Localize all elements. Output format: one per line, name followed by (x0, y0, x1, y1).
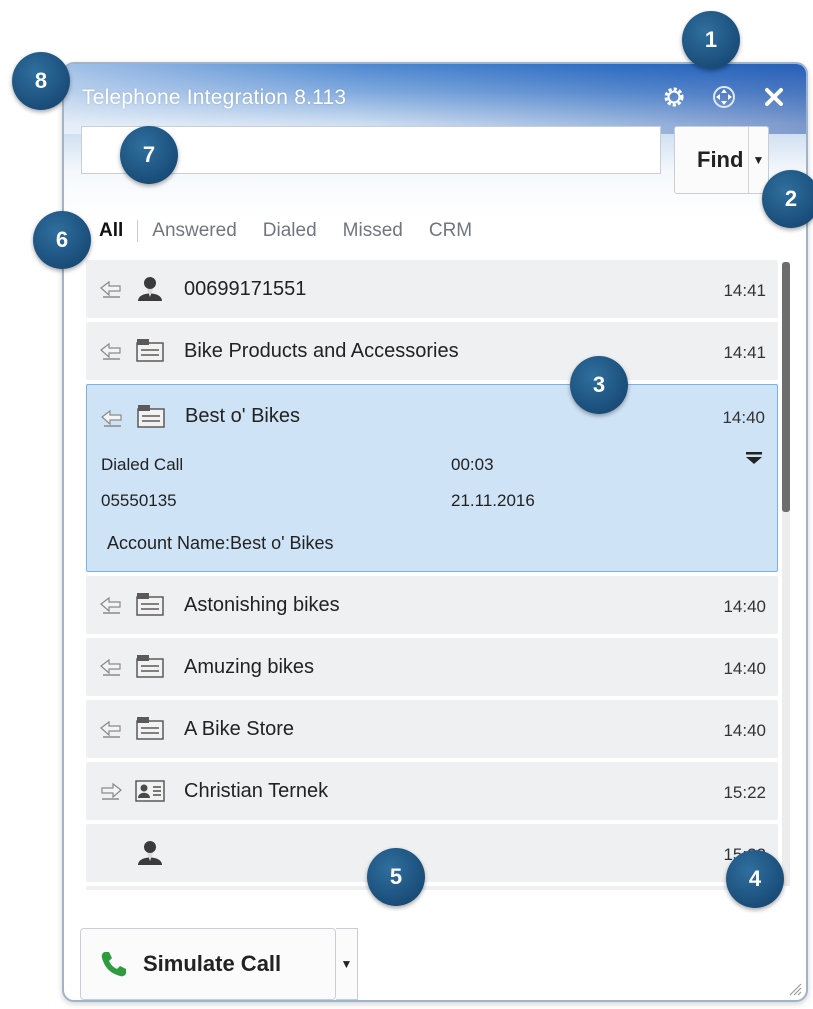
collapse-icon[interactable] (745, 451, 763, 468)
call-row[interactable]: Astonishing bikes 14:40 (86, 576, 778, 634)
account-icon (136, 655, 164, 678)
scrollbar-thumb[interactable] (782, 262, 790, 512)
callout-badge: 6 (33, 211, 91, 269)
simulate-call-button[interactable]: Simulate Call (80, 928, 336, 1000)
tab-missed[interactable]: Missed (343, 220, 403, 242)
caret-down-icon[interactable]: ▼ (748, 127, 768, 193)
account-name[interactable]: Account Name:Best o' Bikes (107, 533, 334, 554)
call-time: 14:41 (723, 343, 766, 362)
account-icon (136, 717, 164, 740)
person-icon (138, 277, 162, 301)
call-name: Best o' Bikes (185, 405, 300, 427)
call-name: Bike Products and Accessories (184, 340, 459, 362)
person-icon (138, 841, 162, 865)
call-name: Amuzing bikes (184, 656, 315, 678)
move-icon[interactable] (709, 82, 739, 112)
incoming-arrow-icon (100, 342, 121, 360)
call-row[interactable]: Bike Products and Accessories 14:41 (86, 322, 778, 380)
incoming-arrow-icon (100, 596, 121, 614)
tab-crm[interactable]: CRM (429, 220, 472, 242)
list-scrollbar[interactable] (782, 262, 790, 886)
resize-grip-icon[interactable] (786, 980, 802, 996)
call-name: Christian Ternek (184, 780, 329, 802)
find-button-label: Find (697, 147, 744, 172)
call-time: 14:40 (723, 597, 766, 616)
call-row-expanded[interactable]: Best o' Bikes 14:40 Dialed Call 00:03 05… (86, 384, 778, 572)
call-time: 14:40 (723, 659, 766, 678)
callout-badge: 7 (120, 126, 178, 184)
incoming-arrow-icon (100, 280, 121, 298)
call-time: 14:40 (723, 721, 766, 740)
close-icon[interactable] (759, 82, 789, 112)
find-button[interactable]: Find ▼ (674, 126, 769, 194)
callout-badge: 5 (367, 848, 425, 906)
callout-badge: 2 (762, 170, 813, 228)
contact-card-icon (135, 780, 165, 802)
filter-tabs: All Answered Dialed Missed CRM (99, 216, 498, 246)
gear-icon[interactable] (659, 82, 689, 112)
tab-dialed[interactable]: Dialed (263, 220, 317, 242)
callout-badge: 8 (12, 52, 70, 110)
call-duration: 00:03 (451, 455, 494, 474)
call-row[interactable]: 00699171551 14:41 (86, 260, 778, 318)
call-row[interactable]: A Bike Store 14:40 (86, 700, 778, 758)
tab-all[interactable]: All (99, 220, 139, 242)
simulate-call-label: Simulate Call (143, 951, 282, 976)
call-time: 14:41 (723, 281, 766, 300)
call-name: A Bike Store (184, 718, 295, 740)
tab-answered[interactable]: Answered (152, 220, 237, 242)
callout-badge: 4 (726, 850, 784, 908)
call-list: 00699171551 14:41 Bike Products and Acce… (86, 260, 778, 890)
call-name: Astonishing bikes (184, 594, 340, 616)
call-time: 15:22 (723, 783, 766, 802)
incoming-arrow-icon (101, 409, 122, 427)
account-icon (136, 593, 164, 616)
call-type: Dialed Call (101, 455, 184, 474)
call-row[interactable]: Christian Ternek 15:22 (86, 762, 778, 820)
call-time: 14:40 (722, 408, 765, 427)
account-icon (137, 405, 165, 428)
call-row[interactable]: 15:22 (86, 824, 778, 882)
incoming-arrow-icon (100, 658, 121, 676)
outgoing-arrow-icon (101, 782, 122, 800)
call-row[interactable]: Amuzing bikes 14:40 (86, 638, 778, 696)
caret-down-icon[interactable]: ▼ (336, 928, 358, 1000)
call-row-partial (86, 886, 778, 890)
callout-badge: 1 (682, 11, 740, 69)
account-icon (136, 339, 164, 362)
telephone-integration-window: Telephone Integration 8.113 Find ▼ All A… (62, 62, 808, 1002)
call-number: 05550135 (101, 491, 177, 510)
callout-badge: 3 (570, 356, 628, 414)
call-name: 00699171551 (184, 278, 307, 300)
incoming-arrow-icon (100, 720, 121, 738)
window-title: Telephone Integration 8.113 (82, 86, 347, 109)
phone-icon (101, 952, 126, 977)
call-date: 21.11.2016 (451, 491, 535, 510)
